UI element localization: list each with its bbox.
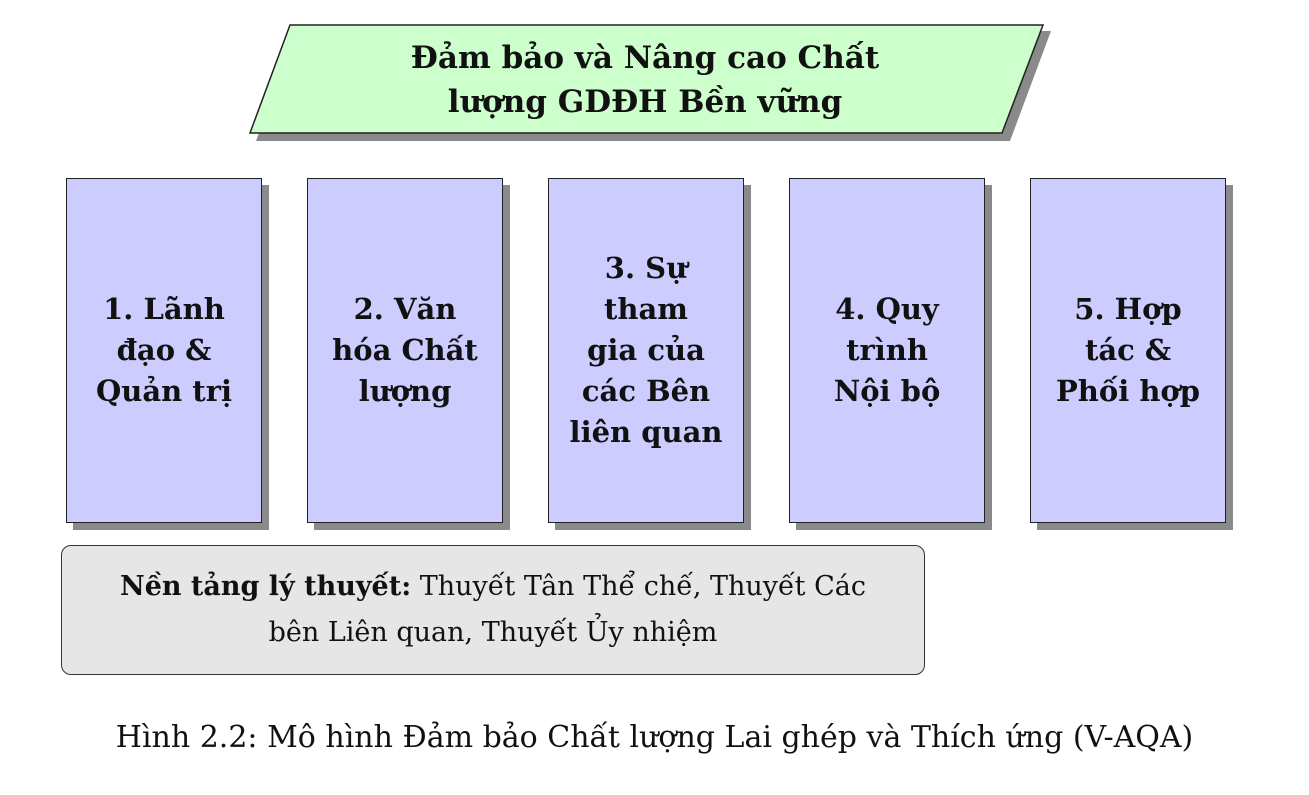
- theory-heading: Nền tảng lý thuyết:: [120, 571, 412, 602]
- top-goal-title: Đảm bảo và Nâng cao Chất lượng GDĐH Bền …: [410, 40, 880, 120]
- pillar-5-cooperation: 5. Hợp tác & Phối hợp: [1030, 178, 1226, 523]
- pillar-5-label: 5. Hợp tác & Phối hợp: [1055, 292, 1201, 408]
- top-goal-banner: Đảm bảo và Nâng cao Chất lượng GDĐH Bền …: [0, 0, 1309, 160]
- pillar-2-quality-culture: 2. Văn hóa Chất lượng: [307, 178, 503, 523]
- theory-foundation-text: Nền tảng lý thuyết: Thuyết Tân Thể chế, …: [113, 564, 873, 656]
- figure-caption: Hình 2.2: Mô hình Đảm bảo Chất lượng Lai…: [115, 720, 1194, 755]
- pillar-2-label: 2. Văn hóa Chất lượng: [332, 292, 478, 408]
- pillar-1-leadership-governance: 1. Lãnh đạo & Quản trị: [66, 178, 262, 523]
- pillar-4-internal-process: 4. Quy trình Nội bộ: [789, 178, 985, 523]
- pillar-1-label: 1. Lãnh đạo & Quản trị: [95, 292, 232, 408]
- theory-foundation-box: Nền tảng lý thuyết: Thuyết Tân Thể chế, …: [61, 545, 925, 675]
- pillar-3-label: 3. Sự tham gia của các Bên liên quan: [569, 251, 723, 449]
- pillar-3-stakeholder-participation: 3. Sự tham gia của các Bên liên quan: [548, 178, 744, 523]
- pillar-4-label: 4. Quy trình Nội bộ: [833, 292, 941, 408]
